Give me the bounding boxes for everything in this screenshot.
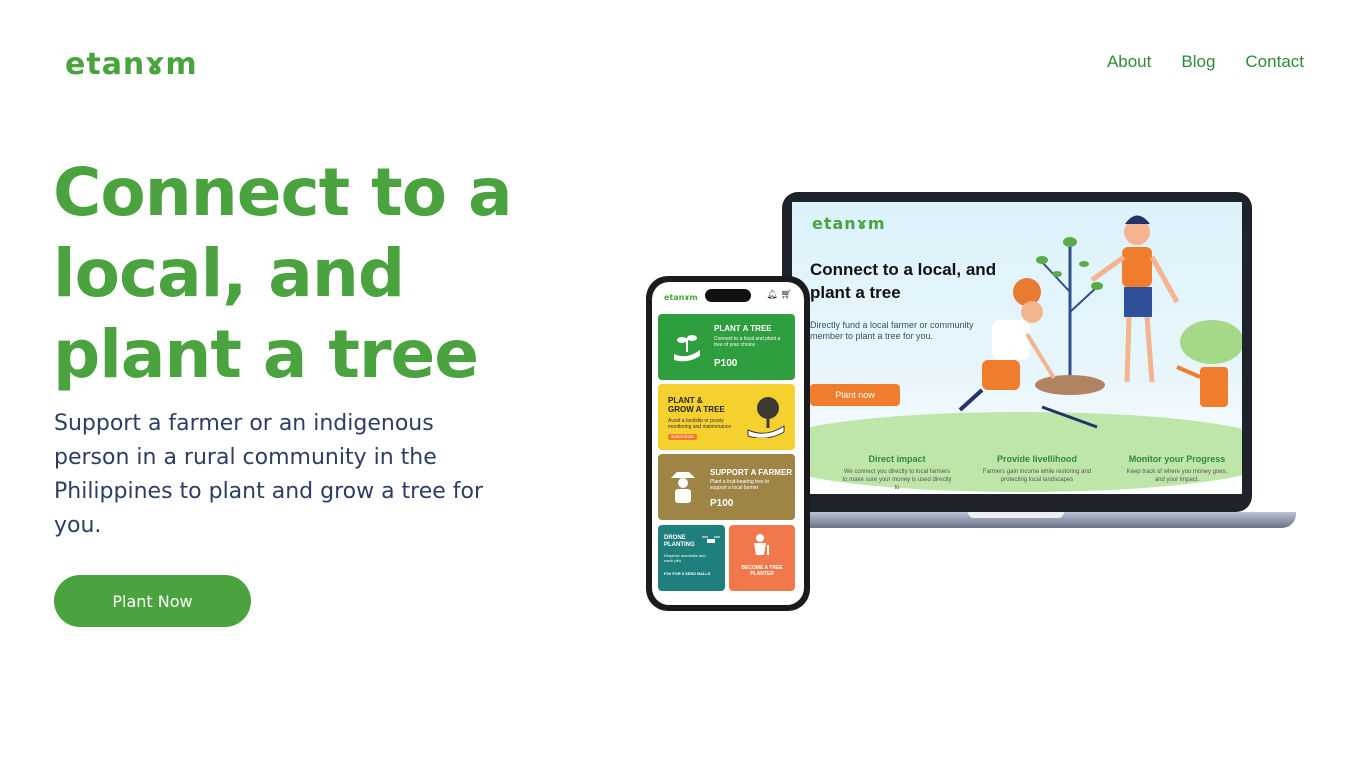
card-desc: Disperse seedballs and earth pills <box>664 553 706 563</box>
card-title: DRONE PLANTING <box>664 535 695 548</box>
feature-desc: Farmers gain income while restoring and … <box>982 469 1092 483</box>
cart-icon: 🛒︎ <box>780 290 792 300</box>
card-price: P20 FOR 5 SEED BALLS <box>664 571 711 576</box>
drone-planting-card: DRONE PLANTING Disperse seedballs and ea… <box>658 525 725 591</box>
drone-icon <box>702 536 720 543</box>
planter-icon <box>754 534 769 555</box>
feature-provide-livelihood: Provide livellihood Farmers gain income … <box>982 454 1092 492</box>
support-a-farmer-card: SUPPORT A FARMER Plant a fruit-bearing t… <box>658 454 795 520</box>
tree-in-hand-icon <box>747 397 785 438</box>
feature-title: Provide livellihood <box>996 454 1077 464</box>
card-price: P100 <box>710 498 734 509</box>
bell-icon: 🔔︎ <box>766 290 778 300</box>
nav-contact-link[interactable]: Contact <box>1245 50 1304 74</box>
farmer-icon <box>671 472 695 503</box>
nav-about-link[interactable]: About <box>1107 50 1151 74</box>
main-nav: About Blog Contact <box>1107 50 1304 74</box>
card-title: SUPPORT A FARMER <box>710 468 793 477</box>
feature-direct-impact: Direct impact We connect you directly to… <box>842 454 952 492</box>
hero-subtitle: Support a farmer or an indigenous person… <box>54 411 484 538</box>
card-desc: Plant a fruit-bearing tree to support a … <box>710 479 770 491</box>
phone-header-icons: 🔔︎ 🛒︎ <box>766 290 792 300</box>
card-desc: Connect to a local and plant a tree of y… <box>714 336 781 348</box>
laptop-mockup: etanɤm Connect to a local, and plant a t… <box>782 192 1252 512</box>
feature-desc: Keep track of where you money goes, and … <box>1126 469 1228 483</box>
phone-logo: etanɤm <box>664 293 698 302</box>
card-title: PLANT A TREE <box>714 324 772 333</box>
phone-screen: etanɤm 🔔︎ 🛒︎ PLANT A TREE Connect to a l… <box>652 282 804 605</box>
laptop-screen: etanɤm Connect to a local, and plant a t… <box>792 202 1242 494</box>
dynamic-island <box>705 289 751 302</box>
phone-mockup: etanɤm 🔔︎ 🛒︎ PLANT A TREE Connect to a l… <box>646 276 810 611</box>
laptop-screen-description: Directly fund a local farmer or communit… <box>810 320 974 341</box>
laptop-screen-logo: etanɤm <box>812 214 886 233</box>
brand-logo[interactable]: etanɤm <box>65 47 198 83</box>
feature-desc: We connect you directly to local farmers… <box>842 469 952 491</box>
hero-title: Connect to a local, and plant a tree <box>53 154 513 393</box>
card-desc: Avoid a landslip or poorly monitoring an… <box>668 418 732 430</box>
feature-title: Monitor your Progress <box>1128 454 1226 464</box>
laptop-plant-now-button: Plant now <box>810 384 900 406</box>
plant-now-button[interactable]: Plant Now <box>54 575 251 627</box>
become-tree-planter-card: BECOME A TREE PLANTER <box>729 525 795 591</box>
subscribe-badge: SUBSCRIBE <box>668 434 698 440</box>
hand-plant-icon <box>674 335 700 362</box>
card-price: P100 <box>714 358 738 369</box>
laptop-screen-title: Connect to a local, and plant a tree <box>810 260 997 302</box>
card-title: BECOME A TREE PLANTER <box>741 565 783 577</box>
plant-and-grow-card: PLANT & GROW A TREE Avoid a landslip or … <box>658 384 795 450</box>
laptop-notch <box>968 512 1064 518</box>
card-title: PLANT & GROW A TREE <box>668 396 725 414</box>
laptop-features: Direct impact We connect you directly to… <box>842 454 1232 492</box>
feature-monitor-progress: Monitor your Progress Keep track of wher… <box>1122 454 1232 492</box>
feature-title: Direct impact <box>868 454 926 464</box>
nav-blog-link[interactable]: Blog <box>1181 50 1215 74</box>
plant-a-tree-card: PLANT A TREE Connect to a local and plan… <box>658 314 795 380</box>
tree-planting-illustration <box>958 215 1242 429</box>
